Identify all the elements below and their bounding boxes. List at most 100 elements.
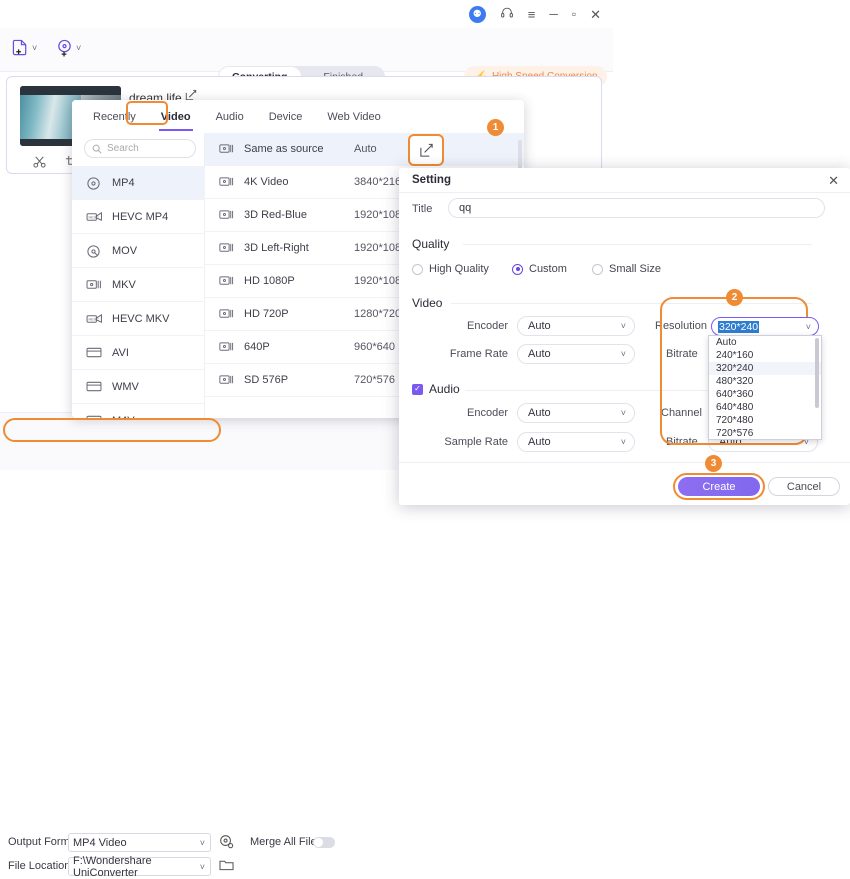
add-disc-caret: ˅: [76, 43, 82, 53]
resolution-option[interactable]: 640*360: [709, 388, 821, 401]
format-item-avi[interactable]: AVI: [72, 336, 205, 370]
file-location-label: File Location:: [8, 860, 74, 872]
resolution-dropdown-list[interactable]: Auto 240*160 320*240 480*320 640*360 640…: [708, 335, 822, 440]
audio-heading: Audio: [429, 382, 460, 396]
audio-checkbox[interactable]: ✓: [412, 383, 423, 395]
radio-label: High Quality: [429, 263, 489, 275]
add-file-caret: ˅: [32, 43, 38, 53]
account-avatar[interactable]: ⚉: [468, 5, 486, 23]
resolution-value: 320*240: [718, 320, 760, 333]
film-icon: [219, 374, 235, 386]
audio-encoder-field[interactable]: Encoder Auto ˅: [412, 403, 635, 423]
resolution-name: HD 1080P: [244, 275, 295, 287]
resolution-option[interactable]: 320*240: [709, 362, 821, 375]
output-format-select[interactable]: MP4 Video ˅: [68, 833, 211, 852]
video-heading: Video: [412, 296, 443, 310]
dropdown-scrollbar[interactable]: [815, 338, 819, 408]
audio-channel-label: Channel: [661, 407, 702, 419]
film-icon: [219, 176, 235, 188]
format-label: HEVC MKV: [112, 312, 170, 325]
video-framerate-select[interactable]: Auto ˅: [517, 344, 635, 364]
format-item-wmv[interactable]: WMV: [72, 370, 205, 404]
format-search-box[interactable]: Search: [84, 139, 196, 158]
format-label: MKV: [112, 278, 136, 291]
film-icon: [219, 143, 235, 155]
radio-high-quality[interactable]: High Quality: [412, 263, 489, 275]
tab-web-video[interactable]: Web Video: [323, 109, 384, 125]
format-item-mp4[interactable]: MP4: [72, 166, 205, 200]
audio-section[interactable]: ✓ Audio: [412, 382, 460, 396]
thumb-letterbox-top: [20, 86, 121, 95]
add-disc-button[interactable]: ˅: [56, 39, 81, 57]
folder-icon[interactable]: [219, 858, 234, 875]
window-icon: [86, 380, 103, 394]
resolution-dim: 720*576: [354, 374, 395, 386]
tab-device[interactable]: Device: [265, 109, 307, 125]
video-encoder-select[interactable]: Auto ˅: [517, 316, 635, 336]
resolution-dim: 1280*720: [354, 308, 402, 320]
format-item-hevc-mp4[interactable]: HEVC HEVC MP4: [72, 200, 205, 234]
minimize-icon[interactable]: ─: [549, 8, 558, 20]
title-input[interactable]: qq: [448, 198, 825, 218]
headset-icon[interactable]: [500, 6, 514, 22]
radio-custom[interactable]: Custom: [512, 263, 567, 275]
format-label: MOV: [112, 244, 138, 257]
resolution-name: 3D Red-Blue: [244, 209, 307, 221]
audio-samplerate-select[interactable]: Auto ˅: [517, 432, 635, 452]
audio-encoder-select[interactable]: Auto ˅: [517, 403, 635, 423]
cancel-button[interactable]: Cancel: [768, 477, 840, 496]
format-item-m4v[interactable]: M4V: [72, 404, 205, 418]
window-icon: [86, 346, 103, 360]
resolution-option[interactable]: 640*480: [709, 401, 821, 414]
format-label: HEVC MP4: [112, 210, 169, 223]
merge-all-files-toggle[interactable]: [313, 837, 335, 848]
radio-label: Custom: [529, 263, 567, 275]
toolbar: ˅ ˅ Converting Finished ⚡ High Speed Con…: [0, 28, 613, 87]
resolution-option[interactable]: 720*576: [709, 427, 821, 440]
maximize-icon[interactable]: ▫: [572, 8, 576, 20]
audio-samplerate-field[interactable]: Sample Rate Auto ˅: [412, 432, 635, 452]
format-item-mov[interactable]: MOV: [72, 234, 205, 268]
search-icon: [92, 144, 102, 154]
format-item-mkv[interactable]: MKV: [72, 268, 205, 302]
quality-divider: [463, 244, 812, 245]
film-icon: [219, 308, 235, 320]
resolution-select[interactable]: 320*240 ˅: [711, 317, 819, 336]
resolution-dim: 960*640: [354, 341, 395, 353]
resolution-dim: Auto: [354, 143, 377, 155]
resolution-option[interactable]: 480*320: [709, 375, 821, 388]
trim-icon[interactable]: [33, 155, 46, 171]
output-format-highlight-ring: [3, 418, 221, 442]
video-bitrate-label: Bitrate: [666, 348, 698, 360]
video-framerate-field[interactable]: Frame Rate Auto ˅: [412, 344, 635, 364]
tab-audio[interactable]: Audio: [212, 109, 248, 125]
resolution-name: 4K Video: [244, 176, 289, 188]
resolution-option[interactable]: Auto: [709, 336, 821, 349]
add-disc-icon: [56, 39, 73, 57]
close-icon[interactable]: ✕: [828, 173, 839, 189]
avatar-glyph: ⚉: [472, 8, 482, 20]
file-location-select[interactable]: F:\Wondershare UniConverter ˅: [68, 854, 211, 879]
quality-heading: Quality: [412, 237, 450, 251]
add-files-button[interactable]: ˅: [12, 39, 37, 57]
video-encoder-field[interactable]: Encoder Auto ˅: [412, 316, 635, 336]
video-divider: [451, 303, 812, 304]
file-location-value: F:\Wondershare UniConverter: [73, 854, 152, 879]
film-icon: [219, 341, 235, 353]
resolution-row[interactable]: Same as source Auto: [205, 133, 524, 166]
output-settings-icon[interactable]: [219, 834, 234, 852]
chevron-down-icon: ˅: [199, 837, 205, 848]
resolution-option[interactable]: 240*160: [709, 349, 821, 362]
close-icon[interactable]: ✕: [590, 8, 601, 21]
radio-small-size[interactable]: Small Size: [592, 263, 661, 275]
resolution-option[interactable]: 720*480: [709, 414, 821, 427]
format-search-placeholder: Search: [107, 143, 139, 154]
menu-icon[interactable]: ≡: [528, 8, 536, 21]
edit-settings-button[interactable]: [408, 134, 444, 166]
svg-text:HEVC: HEVC: [89, 317, 100, 321]
audio-encoder-value: Auto: [528, 407, 551, 419]
create-button[interactable]: Create: [678, 477, 760, 496]
format-item-hevc-mkv[interactable]: HEVC HEVC MKV: [72, 302, 205, 336]
resolution-label: Resolution: [655, 320, 707, 332]
chevron-down-icon: ˅: [620, 321, 626, 331]
